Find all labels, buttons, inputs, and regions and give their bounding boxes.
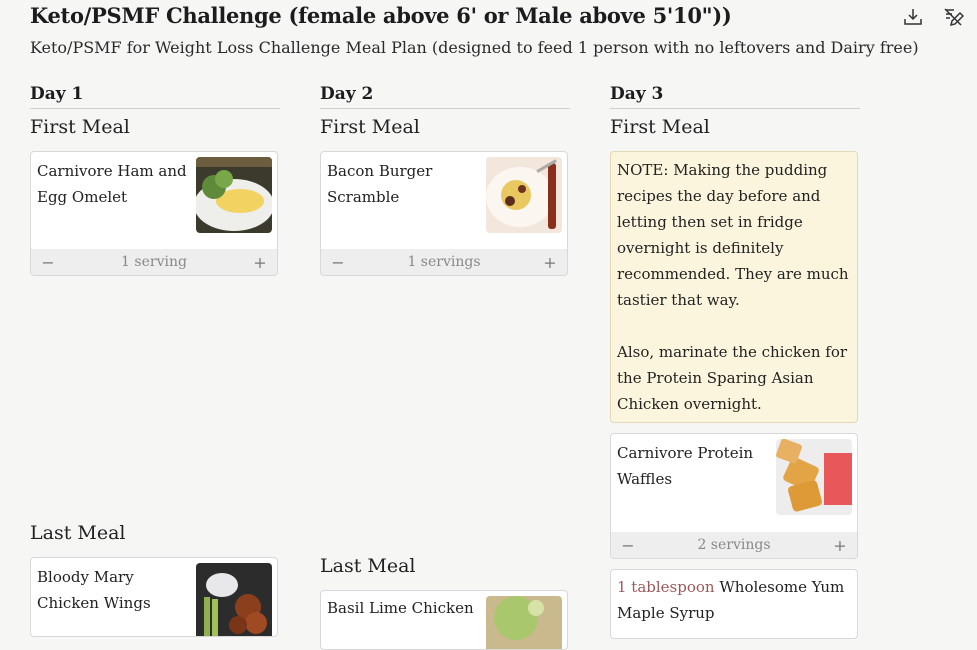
recipe-image[interactable] [486,157,562,233]
edit-off-icon[interactable] [942,6,965,28]
servings-control: − 1 serving + [31,249,277,275]
day-2-header: Day 2 [320,84,570,109]
recipe-name[interactable]: Carnivore Protein Waffles [617,440,772,492]
decrease-servings-button[interactable]: − [621,536,635,555]
servings-count: 2 servings [697,537,771,553]
ingredient-quantity: 1 tablespoon [617,578,715,596]
download-icon[interactable] [902,6,924,28]
recipe-image[interactable] [196,157,272,233]
decrease-servings-button[interactable]: − [331,253,345,272]
ingredient-card[interactable]: 1 tablespoon Wholesome Yum Maple Syrup [610,569,858,639]
day-1-last-meal-label: Last Meal [30,522,126,544]
decrease-servings-button[interactable]: − [41,253,55,272]
day-2-first-meal-label: First Meal [320,116,420,138]
recipe-image[interactable] [776,439,852,515]
recipe-image[interactable] [196,563,272,636]
page-title: Keto/PSMF Challenge (female above 6' or … [30,3,732,28]
recipe-card[interactable]: Bacon Burger Scramble − 1 servings + [320,151,568,276]
recipe-card[interactable]: Bloody Mary Chicken Wings [30,557,278,637]
increase-servings-button[interactable]: + [833,536,847,555]
day-1-first-meal-label: First Meal [30,116,130,138]
servings-count: 1 servings [407,254,481,270]
recipe-name[interactable]: Carnivore Ham and Egg Omelet [37,158,192,210]
recipe-name[interactable]: Basil Lime Chicken [327,595,482,621]
recipe-card[interactable]: Carnivore Protein Waffles − 2 servings + [610,433,858,559]
day-3-header: Day 3 [610,84,860,109]
day-2-last-meal-label: Last Meal [320,555,416,577]
servings-count: 1 serving [121,254,187,270]
day-3-first-meal-label: First Meal [610,116,710,138]
day-1-header: Day 1 [30,84,280,109]
recipe-name[interactable]: Bloody Mary Chicken Wings [37,564,192,616]
recipe-card[interactable]: Carnivore Ham and Egg Omelet − 1 serving… [30,151,278,276]
page-subtitle: Keto/PSMF for Weight Loss Challenge Meal… [30,38,919,57]
note-paragraph: Also, marinate the chicken for the Prote… [617,343,848,413]
servings-control: − 1 servings + [321,249,567,275]
recipe-name[interactable]: Bacon Burger Scramble [327,158,482,210]
increase-servings-button[interactable]: + [253,253,267,272]
recipe-image[interactable] [486,596,562,649]
recipe-card[interactable]: Basil Lime Chicken [320,590,568,650]
ingredient-line[interactable]: 1 tablespoon Wholesome Yum Maple Syrup [617,574,853,626]
note-paragraph: NOTE: Making the pudding recipes the day… [617,161,849,309]
meal-note: NOTE: Making the pudding recipes the day… [610,151,858,423]
servings-control: − 2 servings + [611,532,857,558]
increase-servings-button[interactable]: + [543,253,557,272]
